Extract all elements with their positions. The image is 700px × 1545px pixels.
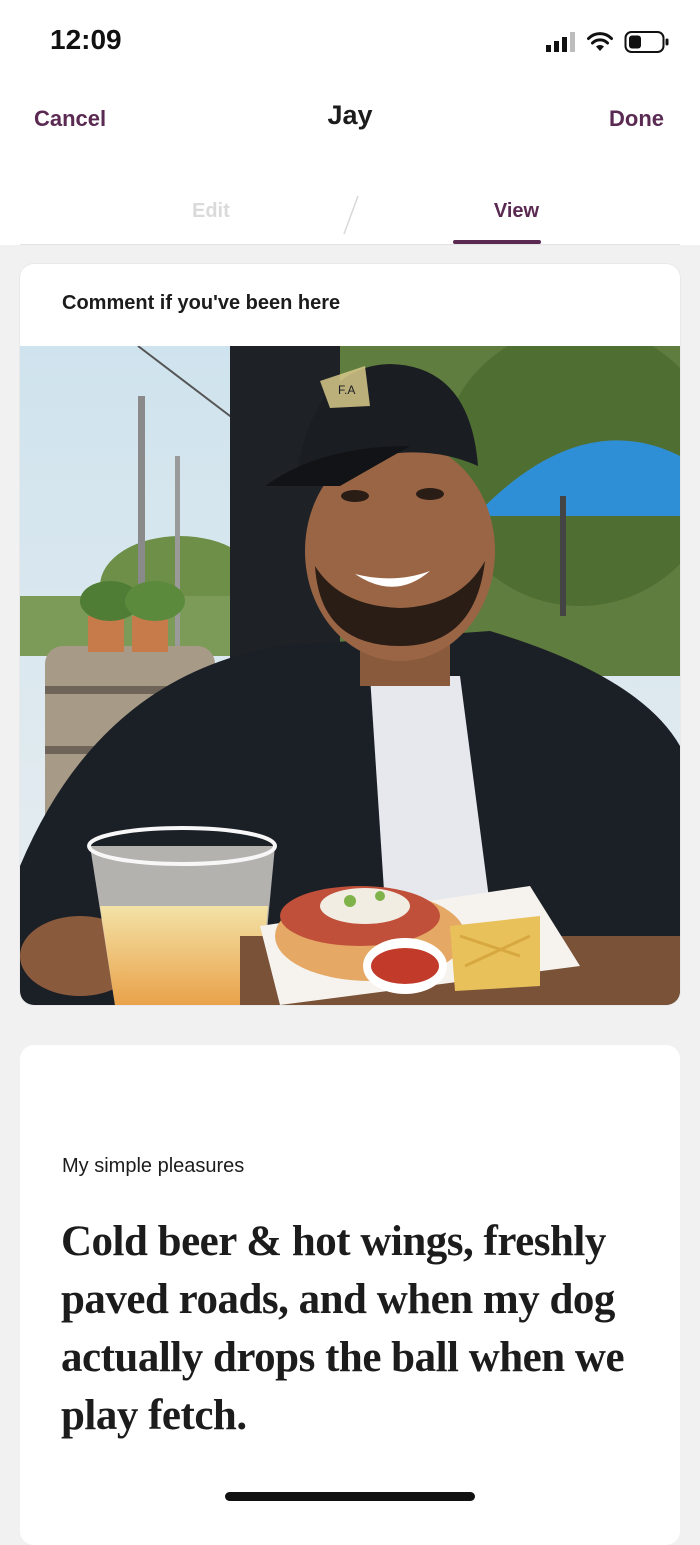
status-icons (546, 30, 670, 54)
profile-photo[interactable]: F.A (20, 346, 680, 1005)
profile-header: Cancel Jay Done Edit View (0, 80, 700, 245)
signal-icon (546, 32, 575, 52)
prompt-label: My simple pleasures (62, 1155, 245, 1177)
prompt-answer-card[interactable]: My simple pleasures Cold beer & hot wing… (20, 1045, 680, 1545)
prompt-answer: Cold beer & hot wings, freshly paved roa… (61, 1218, 625, 1439)
edit-view-tabs: Edit View (20, 184, 680, 245)
page-title: Jay (327, 100, 373, 130)
done-button[interactable]: Done (609, 106, 664, 132)
tab-view[interactable]: View (473, 200, 560, 223)
home-indicator[interactable] (225, 1492, 475, 1501)
photo-card[interactable]: Comment if you've been here F.A (20, 264, 680, 1005)
status-time: 12:09 (50, 24, 122, 55)
photo-prompt: Comment if you've been here (62, 292, 341, 314)
status-bar: 12:09 (0, 0, 700, 80)
battery-icon (624, 31, 669, 53)
wifi-icon (587, 32, 613, 51)
tab-divider (343, 195, 359, 235)
active-tab-indicator (453, 240, 541, 244)
tab-edit[interactable]: Edit (192, 200, 230, 223)
cap-logo-text: F.A (338, 383, 355, 397)
